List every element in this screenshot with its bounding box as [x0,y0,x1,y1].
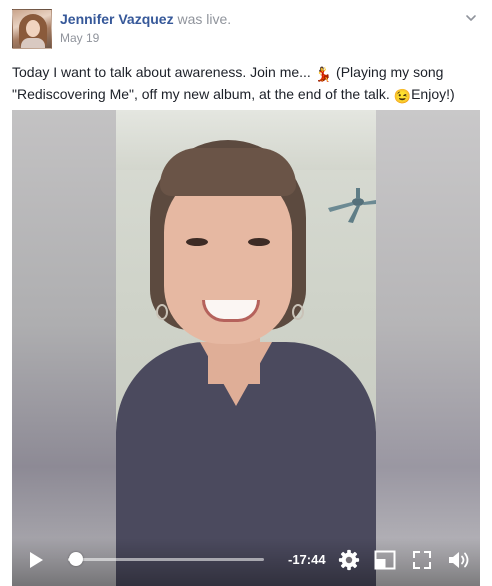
feed-post: Jennifer Vazquez was live. May 19 Today … [0,0,492,586]
video-blur-right [376,110,480,586]
wink-emoji-icon: 😉 [393,88,412,104]
seek-handle[interactable] [68,552,83,566]
person-left-eye [186,238,208,246]
chevron-down-icon[interactable] [464,11,478,25]
post-header: Jennifer Vazquez was live. May 19 [12,9,482,49]
post-timestamp[interactable]: May 19 [60,30,99,46]
ceiling-fan-icon [328,188,376,223]
person-hair-top [160,148,296,196]
post-message: Today I want to talk about awareness. Jo… [12,62,482,106]
video-controls-bar: -17:44 [12,538,480,586]
right-earring [292,304,304,320]
fullscreen-icon[interactable] [412,550,432,570]
seek-bar[interactable] [68,558,264,561]
author-name-link[interactable]: Jennifer Vazquez [60,11,174,27]
post-message-part-3: Enjoy!) [411,86,455,102]
post-message-part-1: Today I want to talk about awareness. Jo… [12,64,315,80]
avatar-face [26,20,40,37]
dancer-emoji-icon: 💃 [314,66,333,82]
person-shirt-vneck [200,342,272,406]
time-remaining: -17:44 [288,552,326,567]
live-video-player[interactable]: -17:44 [12,110,480,586]
volume-icon[interactable] [448,550,472,570]
post-action-text: was live. [177,11,232,27]
person-right-eye [248,238,270,246]
left-earring [156,304,168,320]
video-blur-left [12,110,116,586]
avatar-body [21,38,45,48]
play-icon[interactable] [28,551,44,569]
video-frame [116,110,376,586]
author-avatar[interactable] [12,9,52,49]
post-title-line: Jennifer Vazquez was live. [60,10,231,28]
gear-icon[interactable] [338,549,360,571]
picture-in-picture-icon[interactable] [374,550,396,570]
